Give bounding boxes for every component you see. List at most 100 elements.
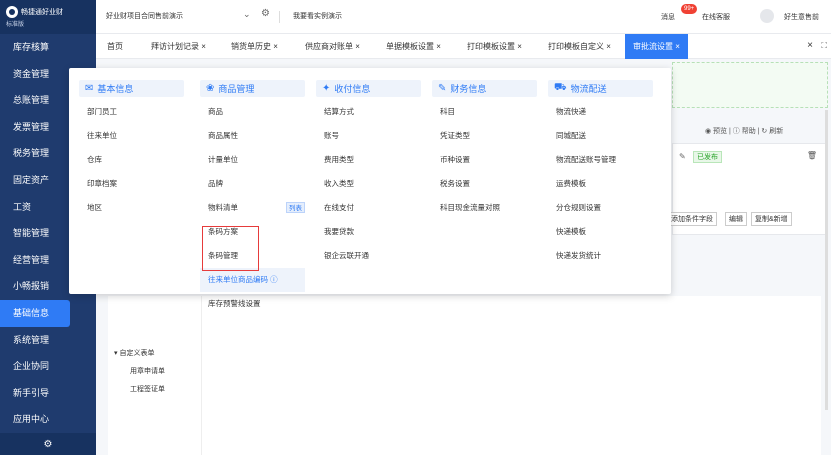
trash-icon[interactable]: 🗑 <box>807 151 817 160</box>
sidebar-item-system-management[interactable]: 系统管理 <box>0 327 96 354</box>
messages-button[interactable]: 消息 <box>661 12 675 22</box>
chevron-down-icon[interactable]: ⌄ <box>243 9 251 20</box>
basic-info-menu: ✉ 基本信息 部门员工 往来单位 仓库 印章档案 地区 ❀ 商品管理 商品 商品… <box>69 68 671 308</box>
envelope-icon: ✉ <box>85 83 94 94</box>
menu-column-basic-info: ✉ 基本信息 部门员工 往来单位 仓库 印章档案 地区 <box>79 80 184 220</box>
tree-node-custom-forms[interactable]: ▾ 自定义表单 <box>114 348 154 358</box>
menu-item-departments[interactable]: 部门员工 <box>79 100 184 124</box>
menu-header-label: 基本信息 <box>97 84 134 94</box>
menu-header-basic-info: ✉ 基本信息 <box>79 80 184 97</box>
tree-node-visa-form[interactable]: 工程签证单 <box>130 384 165 394</box>
menu-item-warehouse[interactable]: 仓库 <box>79 148 184 172</box>
menu-item-stock-alert[interactable]: 库存预警线设置 <box>200 292 305 316</box>
edit-icon[interactable]: ✎ <box>679 152 686 161</box>
sidebar-item-app-center[interactable]: 应用中心 <box>0 406 96 433</box>
menu-item-online-payment[interactable]: 在线支付 <box>316 196 421 220</box>
tab-print-custom[interactable]: 打印模板自定义 × <box>548 34 611 59</box>
menu-item-shipping-stats[interactable]: 快递发货统计 <box>548 244 653 268</box>
menu-header-label: 收付信息 <box>334 84 371 94</box>
sidebar-item-collaboration[interactable]: 企业协同 <box>0 353 96 380</box>
menu-item-bank-link[interactable]: 银企云联开通 <box>316 244 421 268</box>
truck-icon: ⛟ <box>554 82 567 93</box>
menu-item-bom-label: 物料清单 <box>208 203 238 212</box>
tab-doc-template[interactable]: 单据模板设置 × <box>386 34 441 59</box>
menu-item-units[interactable]: 计量单位 <box>200 148 305 172</box>
expand-icon[interactable]: ⛶ <box>821 41 827 51</box>
form-tree: ▾ 自定义表单 用章申请单 工程签证单 <box>108 296 201 455</box>
menu-column-products: ❀ 商品管理 商品 商品属性 计量单位 品牌 物料清单 列表 条码方案 条码管理… <box>200 80 305 316</box>
tab-supplier-statement[interactable]: 供应商对账单 × <box>305 34 360 59</box>
sidebar-item-basic-info[interactable]: 基础信息 <box>0 299 70 327</box>
brand-logo[interactable]: 畅捷通好业财 标准版 <box>0 0 96 34</box>
menu-item-express-template[interactable]: 快递模板 <box>548 220 653 244</box>
menu-item-account[interactable]: 账号 <box>316 124 421 148</box>
menu-item-loan[interactable]: 我要贷款 <box>316 220 421 244</box>
demo-link[interactable]: 我要看实例演示 <box>293 11 342 21</box>
menu-item-region[interactable]: 地区 <box>79 196 184 220</box>
menu-item-product-attributes[interactable]: 商品属性 <box>200 124 305 148</box>
menu-item-partner-product-code[interactable]: 往来单位商品编码 ⓘ <box>200 268 305 292</box>
menu-column-logistics: ⛟ 物流配送 物流快递 同城配送 物流配送账号管理 运费模板 分仓规则设置 快递… <box>548 80 653 268</box>
add-condition-field-button[interactable]: 添加条件字段 <box>667 212 717 226</box>
menu-header-label: 财务信息 <box>450 84 487 94</box>
menu-item-brand[interactable]: 品牌 <box>200 172 305 196</box>
user-name[interactable]: 好生意售前 <box>784 12 819 22</box>
scrollbar[interactable] <box>825 110 828 410</box>
menu-item-expense-type[interactable]: 费用类型 <box>316 148 421 172</box>
menu-item-currency[interactable]: 币种设置 <box>432 148 537 172</box>
menu-item-voucher-type[interactable]: 凭证类型 <box>432 124 537 148</box>
menu-item-city-delivery[interactable]: 同城配送 <box>548 124 653 148</box>
avatar[interactable] <box>760 9 774 23</box>
payment-icon: ✦ <box>322 83 331 94</box>
menu-column-finance: ✎ 财务信息 科目 凭证类型 币种设置 税务设置 科目现金流量对照 <box>432 80 537 220</box>
menu-item-logistics-accounts[interactable]: 物流配送账号管理 <box>548 148 653 172</box>
preview-help-refresh[interactable]: ◉ 预览 | ⓘ 帮助 | ↻ 刷新 <box>705 126 783 136</box>
highlight-box <box>202 226 259 271</box>
menu-item-settlement[interactable]: 结算方式 <box>316 100 421 124</box>
product-icon: ❀ <box>206 83 215 94</box>
menu-header-payments: ✦ 收付信息 <box>316 80 421 97</box>
sidebar-item-inventory-accounting[interactable]: 库存核算 <box>0 34 96 61</box>
menu-item-tax-settings[interactable]: 税务设置 <box>432 172 537 196</box>
finance-icon: ✎ <box>438 83 447 94</box>
tree-node-seal-request[interactable]: 用章申请单 <box>130 366 165 376</box>
settings-gear-icon[interactable]: ⚙ <box>261 8 270 19</box>
status-badge: 已发布 <box>693 151 722 163</box>
menu-item-express[interactable]: 物流快递 <box>548 100 653 124</box>
tab-sales-history[interactable]: 销货单历史 × <box>231 34 278 59</box>
sidebar-settings-button[interactable]: ⚙ <box>0 433 96 455</box>
menu-header-logistics: ⛟ 物流配送 <box>548 80 653 97</box>
messages-badge: 99+ <box>681 4 698 14</box>
menu-item-freight-template[interactable]: 运费模板 <box>548 172 653 196</box>
close-tabs-icon[interactable]: × <box>807 40 813 51</box>
menu-item-partners[interactable]: 往来单位 <box>79 124 184 148</box>
top-bar: 好业财项目合同售前演示 ⌄ ⚙ 我要看实例演示 消息 99+ 在线客服 好生意售… <box>96 0 831 34</box>
copy-add-button[interactable]: 复制&新增 <box>751 212 792 226</box>
online-service-button[interactable]: 在线客服 <box>702 12 730 22</box>
menu-item-warehouse-rules[interactable]: 分仓规则设置 <box>548 196 653 220</box>
menu-item-subject[interactable]: 科目 <box>432 100 537 124</box>
tab-approval-flow[interactable]: 审批流设置 × <box>625 34 688 59</box>
menu-header-finance: ✎ 财务信息 <box>432 80 537 97</box>
tab-home[interactable]: 首页 <box>107 34 123 59</box>
sidebar-item-beginner-guide[interactable]: 新手引导 <box>0 380 96 407</box>
divider <box>279 11 280 23</box>
account-selector[interactable]: 好业财项目合同售前演示 <box>106 11 183 21</box>
menu-column-payments: ✦ 收付信息 结算方式 账号 费用类型 收入类型 在线支付 我要贷款 银企云联开… <box>316 80 421 268</box>
menu-header-label: 物流配送 <box>570 84 607 94</box>
menu-header-products: ❀ 商品管理 <box>200 80 305 97</box>
tab-print-template[interactable]: 打印模板设置 × <box>467 34 522 59</box>
list-badge[interactable]: 列表 <box>286 202 305 213</box>
notice-area <box>672 62 828 108</box>
menu-item-seals[interactable]: 印章档案 <box>79 172 184 196</box>
content-area <box>201 296 821 455</box>
logo-edition: 标准版 <box>6 22 25 28</box>
menu-item-bom[interactable]: 物料清单 列表 <box>200 196 305 220</box>
menu-item-cashflow-mapping[interactable]: 科目现金流量对照 <box>432 196 537 220</box>
menu-item-income-type[interactable]: 收入类型 <box>316 172 421 196</box>
menu-item-product[interactable]: 商品 <box>200 100 305 124</box>
logo-icon <box>6 6 18 18</box>
tab-visit-plan[interactable]: 拜访计划记录 × <box>151 34 206 59</box>
logo-text: 畅捷通好业财 <box>21 9 63 16</box>
edit-button[interactable]: 编辑 <box>725 212 747 226</box>
